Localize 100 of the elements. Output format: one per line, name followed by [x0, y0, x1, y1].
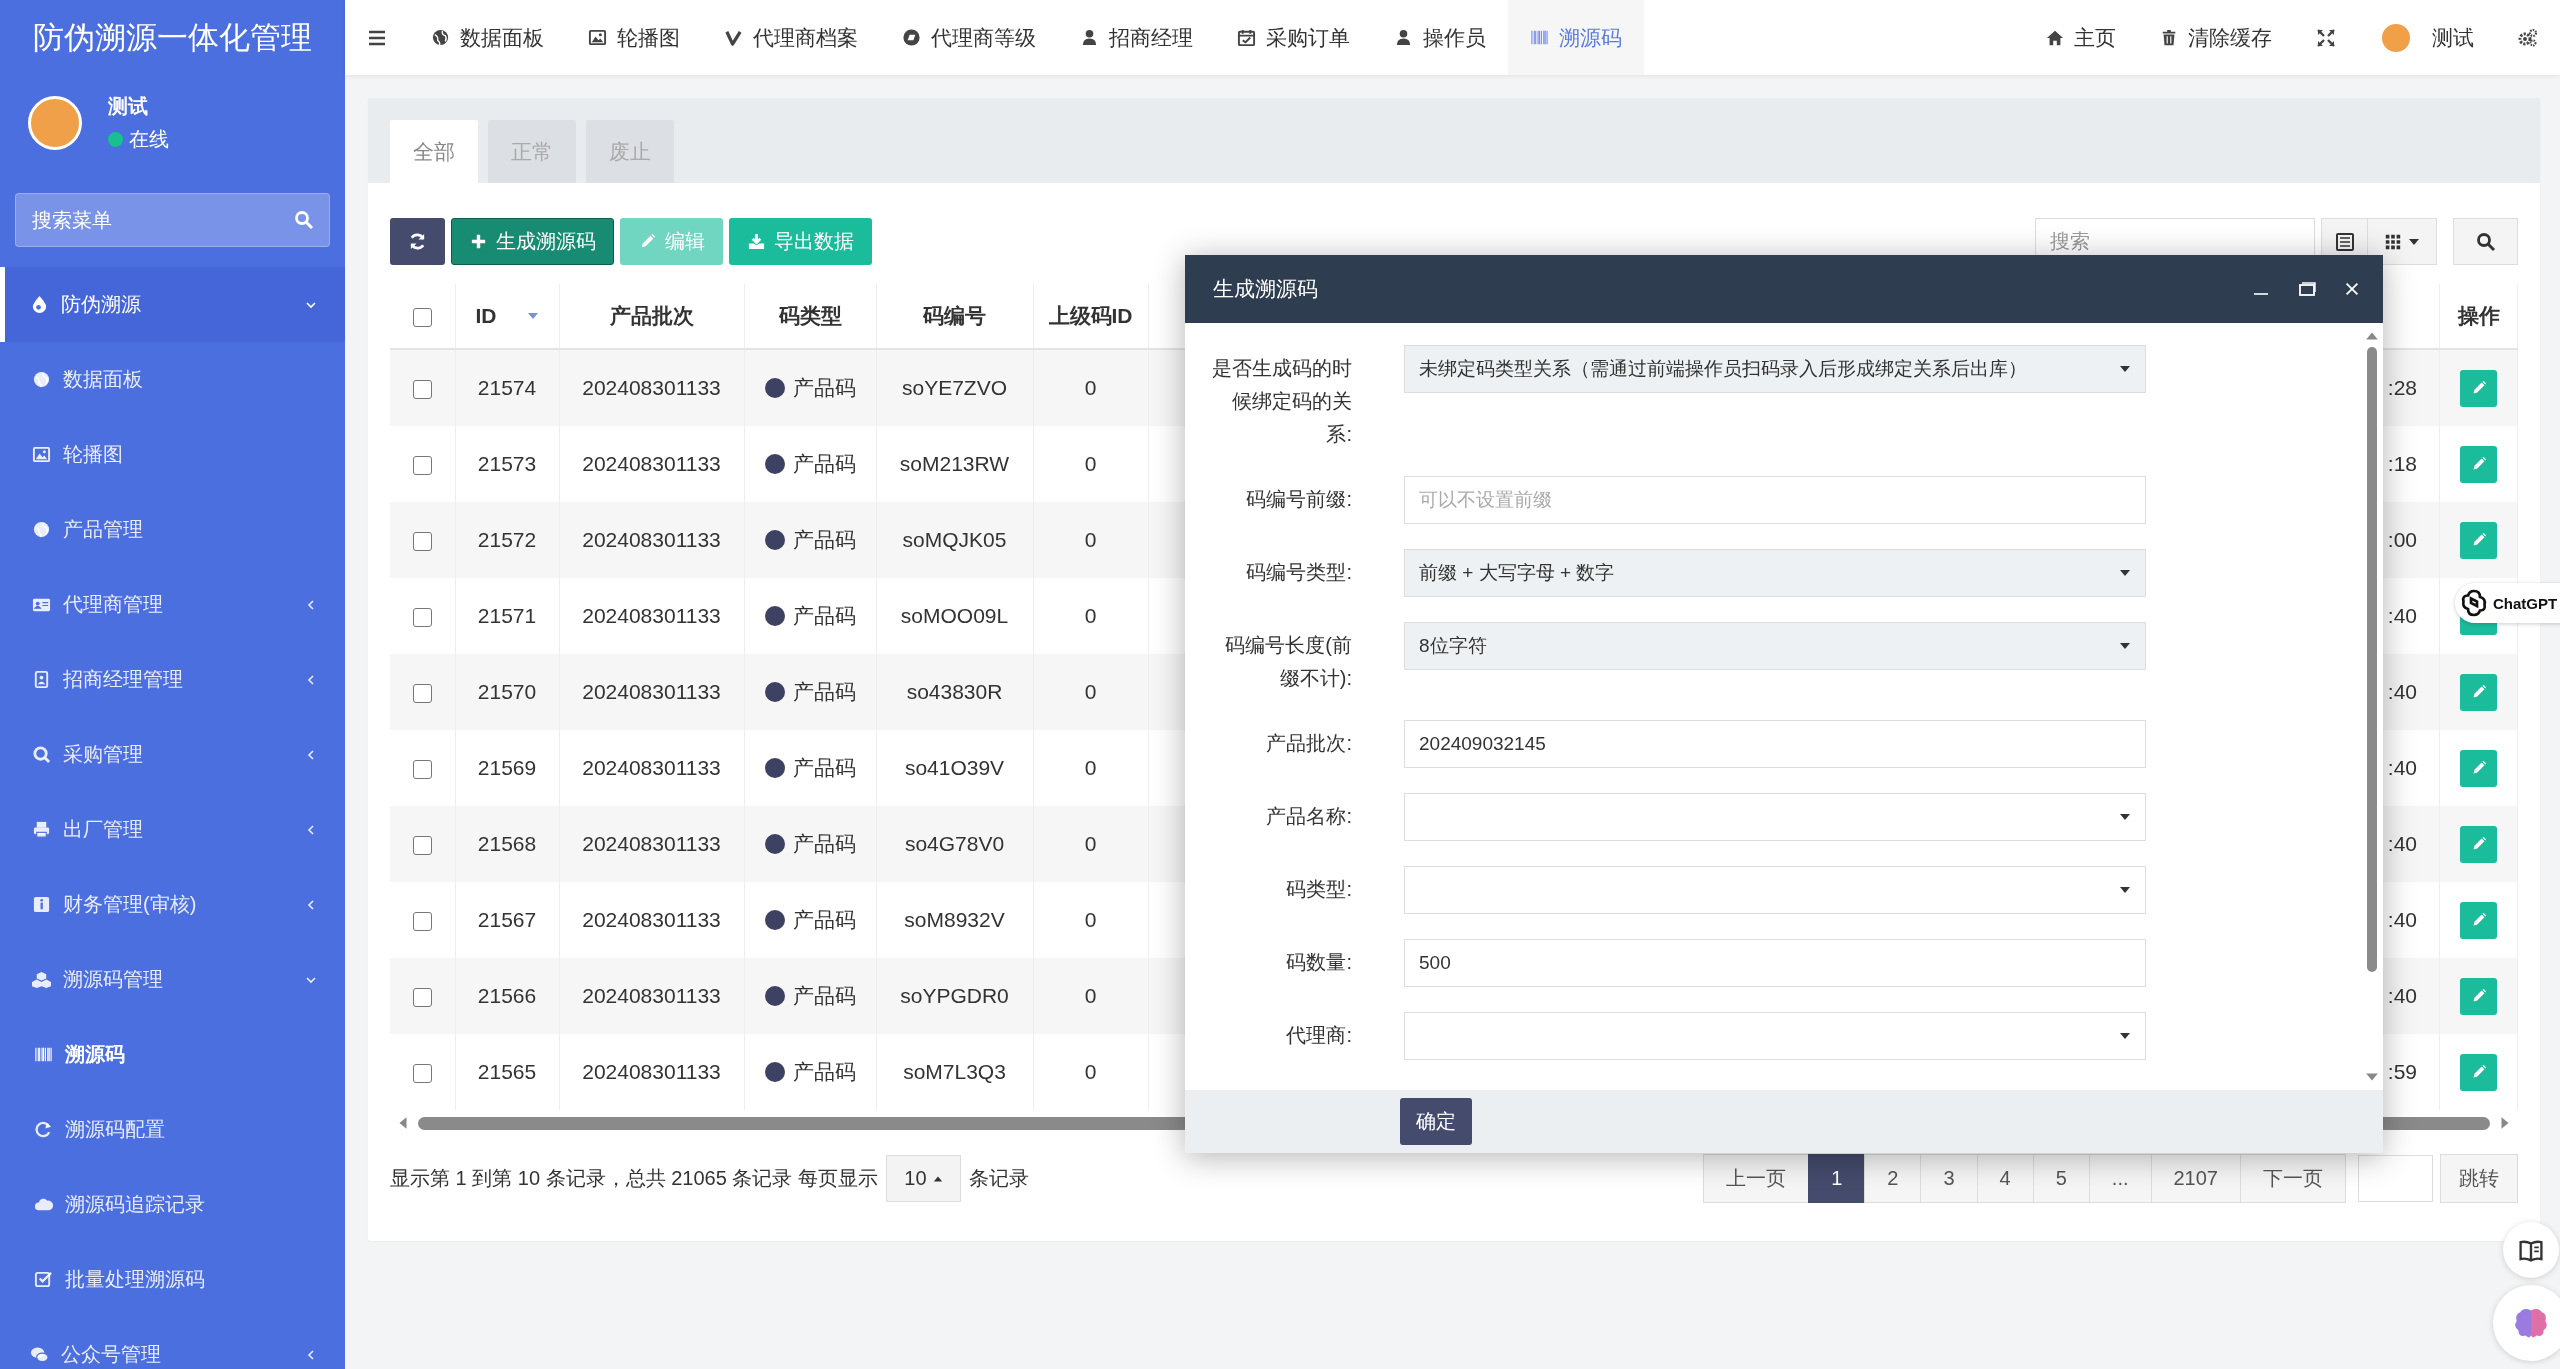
calendar-icon	[1237, 28, 1256, 47]
person-icon	[1394, 28, 1413, 47]
input-field[interactable]: 500	[1404, 939, 2146, 987]
checkbox[interactable]	[412, 531, 432, 551]
filter-tab[interactable]: 全部	[390, 120, 478, 183]
table-cell: soM8932V	[904, 908, 1005, 931]
sidebar-item[interactable]: 产品管理	[0, 492, 345, 567]
edit-row-button[interactable]	[2460, 521, 2497, 559]
page-button[interactable]: 上一页	[1703, 1154, 1810, 1203]
checkbox[interactable]	[412, 307, 432, 327]
assistant-tooltip[interactable]: ChatGPT	[2455, 583, 2560, 623]
sidebar-item[interactable]: 招商经理管理	[0, 642, 345, 717]
page-button[interactable]: 1	[1808, 1154, 1866, 1203]
edit-row-button[interactable]	[2460, 445, 2497, 483]
page-button[interactable]: ...	[2088, 1154, 2152, 1203]
input-field[interactable]: 可以不设置前缀	[1404, 476, 2146, 524]
sidebar-item[interactable]: 代理商管理	[0, 567, 345, 642]
edit-row-button[interactable]	[2460, 673, 2497, 711]
checkbox[interactable]	[412, 759, 432, 779]
sidebar-item[interactable]: 溯源码配置	[0, 1092, 345, 1167]
page-size-dropdown[interactable]: 10	[885, 1155, 961, 1202]
table-cell: 21568	[477, 832, 537, 855]
confirm-button[interactable]: 确定	[1400, 1098, 1472, 1145]
close-icon[interactable]	[2343, 280, 2361, 298]
page-button[interactable]: 3	[1920, 1154, 1978, 1203]
nav-tab[interactable]: 溯源码	[1508, 0, 1644, 75]
sidebar-item[interactable]: 出厂管理	[0, 792, 345, 867]
sidebar-item[interactable]: 数据面板	[0, 342, 345, 417]
user-status: 在线	[129, 127, 169, 152]
nav-tab[interactable]: 代理商档案	[702, 0, 880, 75]
table-cell-text: 产品码	[792, 1058, 856, 1085]
select-field[interactable]	[1404, 793, 2146, 841]
page-button[interactable]: 下一页	[2240, 1154, 2346, 1203]
table-cell: soYPGDR0	[900, 984, 1009, 1007]
table-cell: 21572	[477, 528, 537, 551]
column-header[interactable]: 产品批次	[609, 302, 694, 330]
edit-row-button[interactable]	[2460, 901, 2497, 939]
nav-tab[interactable]: 代理商等级	[880, 0, 1058, 75]
edit-row-button[interactable]	[2460, 749, 2497, 787]
checkbox[interactable]	[412, 379, 432, 399]
edit-row-button[interactable]	[2460, 369, 2497, 407]
page-button[interactable]: 5	[2032, 1154, 2090, 1203]
user-menu[interactable]: 测试	[2358, 0, 2496, 75]
sidebar-item[interactable]: 公众号管理	[0, 1317, 345, 1369]
chevron-icon	[305, 598, 317, 611]
jump-button[interactable]: 跳转	[2440, 1154, 2518, 1203]
refresh-button[interactable]	[390, 218, 445, 265]
nav-link[interactable]: 清除缓存	[2138, 0, 2294, 75]
table-cell: 0	[1084, 908, 1097, 931]
table-cell: 21566	[477, 984, 537, 1007]
column-header[interactable]: 码类型	[778, 302, 842, 330]
page-button[interactable]: 4	[1976, 1154, 2034, 1203]
magnifier-icon	[32, 745, 51, 764]
sidebar-item[interactable]: 防伪溯源	[0, 267, 345, 342]
book-button[interactable]	[2503, 1222, 2559, 1278]
generate-button[interactable]: 生成溯源码	[451, 218, 614, 265]
sidebar-item[interactable]: 批量处理溯源码	[0, 1242, 345, 1317]
sidebar-item[interactable]: 采购管理	[0, 717, 345, 792]
page-button[interactable]: 2107	[2150, 1154, 2241, 1203]
input-field[interactable]: 202409032145	[1404, 720, 2146, 768]
search-button[interactable]	[2453, 218, 2518, 265]
checkbox[interactable]	[412, 911, 432, 931]
sidebar-item[interactable]: 溯源码	[0, 1017, 345, 1092]
select-field[interactable]	[1404, 866, 2146, 914]
nav-tab[interactable]: 采购订单	[1215, 0, 1372, 75]
brain-button[interactable]	[2493, 1285, 2560, 1361]
checkbox[interactable]	[412, 607, 432, 627]
column-header[interactable]: 上级码ID	[1048, 302, 1133, 330]
checkbox[interactable]	[412, 835, 432, 855]
checkbox[interactable]	[412, 987, 432, 1007]
select-field[interactable]	[1404, 1012, 2146, 1060]
sidebar-item[interactable]: 财务管理(审核)	[0, 867, 345, 942]
nav-link[interactable]: 主页	[2024, 0, 2138, 75]
page-number-field[interactable]	[2358, 1155, 2433, 1202]
checkbox[interactable]	[412, 683, 432, 703]
search-icon	[2475, 231, 2496, 252]
sidebar-item[interactable]: 轮播图	[0, 417, 345, 492]
edit-row-button[interactable]	[2460, 977, 2497, 1015]
table-cell-text: 产品码	[792, 678, 856, 705]
columns-button[interactable]	[2367, 218, 2437, 265]
column-header[interactable]: 码编号	[923, 302, 986, 330]
column-header[interactable]: ID	[475, 304, 539, 328]
sidebar-item[interactable]: 溯源码追踪记录	[0, 1167, 345, 1242]
field-label: 码编号类型:	[1245, 560, 1352, 585]
column-header[interactable]: 操作	[2457, 302, 2500, 330]
checkbox[interactable]	[412, 1063, 432, 1083]
nav-tab[interactable]: 操作员	[1372, 0, 1508, 75]
table-cell: soYE7ZVO	[901, 376, 1007, 399]
page-button[interactable]: 2	[1864, 1154, 1922, 1203]
nav-tab[interactable]: 数据面板	[409, 0, 566, 75]
edit-row-button[interactable]	[2460, 1053, 2497, 1091]
checkbox[interactable]	[412, 455, 432, 475]
table-cell: 0	[1084, 452, 1097, 475]
table-cell: 0	[1084, 528, 1097, 551]
nav-tab[interactable]: 招商经理	[1058, 0, 1215, 75]
nav-tab[interactable]: 轮播图	[566, 0, 702, 75]
maximize-icon[interactable]	[2297, 279, 2317, 299]
sidebar-item[interactable]: 溯源码管理	[0, 942, 345, 1017]
table-cell: :40	[2387, 604, 2417, 627]
edit-row-button[interactable]	[2460, 825, 2497, 863]
